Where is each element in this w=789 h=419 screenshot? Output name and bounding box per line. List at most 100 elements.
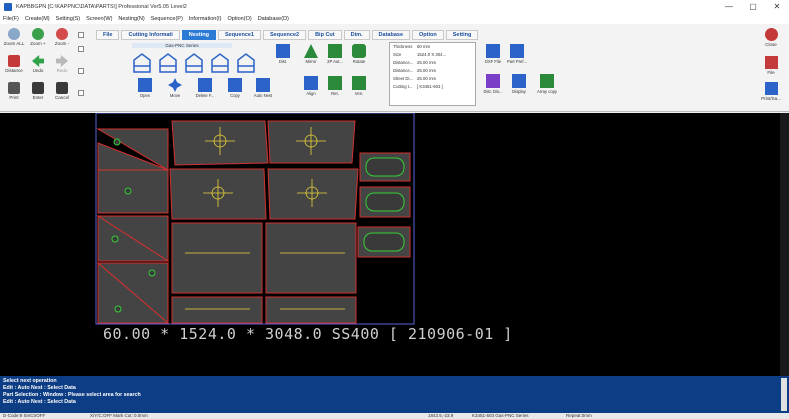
zoom-plus-button[interactable]: Zoom + xyxy=(26,26,50,52)
status-dcode: D-Code:9 SmCtrOFF xyxy=(3,413,46,418)
move-arrows-icon xyxy=(168,78,182,92)
auto-nest-icon xyxy=(256,78,270,92)
mirror-button[interactable]: Mirror xyxy=(300,42,322,72)
two-point-icon xyxy=(328,44,342,58)
mirror-icon xyxy=(304,44,318,58)
display-button[interactable]: Display xyxy=(508,72,530,102)
layer-checkbox-0[interactable] xyxy=(78,32,84,38)
message-line: Edit : Auto Nest : Select Data xyxy=(3,385,76,391)
distance-icon xyxy=(8,55,20,67)
file-icon xyxy=(764,56,778,69)
close-tool-button[interactable]: Close xyxy=(758,26,784,52)
nest-shape-icon-4 xyxy=(211,53,229,73)
tab-sequence2[interactable]: Sequence2 xyxy=(263,30,307,40)
menu-setting[interactable]: Setting(S) xyxy=(56,16,80,22)
dist-display-icon xyxy=(486,74,500,88)
status-machine: K3451-503 Gas-PNC Series xyxy=(472,413,529,418)
undo-button[interactable]: Undo xyxy=(26,53,50,79)
ribbon-tabs: File Cutting Informati Nesting Sequence1… xyxy=(96,30,480,40)
print-save-button[interactable]: Print/Sa... xyxy=(758,80,784,106)
message-line: Select next operation xyxy=(3,378,57,384)
hole-mark xyxy=(113,138,121,146)
plate-part xyxy=(265,222,357,294)
nesting-canvas[interactable]: 60.00 * 1524.0 * 3048.0 SS400 [ 210906-0… xyxy=(0,112,789,376)
tab-setting[interactable]: Setting xyxy=(445,30,479,40)
message-scrollbar[interactable] xyxy=(781,378,787,411)
tab-dim[interactable]: Dim. xyxy=(343,30,370,40)
maximize-button[interactable]: ▢ xyxy=(741,0,765,13)
nest-shape-icon-1 xyxy=(133,53,151,73)
tab-bip-cut[interactable]: Bip Cut xyxy=(308,30,342,40)
title-bar: KAPBBGPN [C:\KAPPNC\DATA\PARTS\] Profess… xyxy=(0,0,789,13)
move-button[interactable]: Move xyxy=(164,76,186,106)
menu-screen[interactable]: Screen(W) xyxy=(86,16,112,22)
delete-button[interactable]: Delete F... xyxy=(194,76,216,106)
layer-checkbox-3[interactable] xyxy=(78,90,84,96)
tab-cutting-information[interactable]: Cutting Informati xyxy=(121,30,180,40)
menu-file[interactable]: File(F) xyxy=(3,16,19,22)
redo-button[interactable]: Redo xyxy=(50,53,74,79)
cancel-button[interactable]: Cancel xyxy=(50,80,74,106)
slot-outline xyxy=(363,232,405,252)
plate-part xyxy=(171,222,263,294)
tab-database[interactable]: Database xyxy=(371,30,411,40)
zoom-in-icon xyxy=(32,28,44,40)
plate-part xyxy=(171,296,263,324)
layer-checkbox-2[interactable] xyxy=(78,68,84,74)
tab-sequence1[interactable]: Sequence1 xyxy=(217,30,262,40)
slot-outline xyxy=(365,157,405,177)
hole-mark xyxy=(124,187,132,195)
two-point-auto-button[interactable]: 2P Aut... xyxy=(324,42,346,72)
app-icon xyxy=(4,2,12,11)
menu-option[interactable]: Option(O) xyxy=(228,16,252,22)
menu-bar: File(F) Create(M) Setting(S) Screen(W) N… xyxy=(0,13,789,24)
open-button[interactable]: Open xyxy=(134,76,156,106)
zoom-minus-button[interactable]: Zoom - xyxy=(50,26,74,52)
message-line: Part Selection : Window : Please select … xyxy=(3,392,141,398)
array-copy-button[interactable]: Array copy xyxy=(536,72,558,102)
distance-align-button[interactable]: Dist. xyxy=(272,42,294,72)
enter-button[interactable]: Enter xyxy=(26,80,50,106)
close-icon xyxy=(764,28,778,41)
tab-nesting[interactable]: Nesting xyxy=(181,30,216,40)
auto-nest-button[interactable]: Auto Nest xyxy=(252,76,274,106)
zoom-all-button[interactable]: Zoom ALL xyxy=(2,26,26,52)
minimize-button[interactable]: — xyxy=(717,0,741,13)
menu-information[interactable]: Information(I) xyxy=(189,16,222,22)
dxf-file-button[interactable]: DXF File xyxy=(482,42,504,72)
menu-nesting[interactable]: Nesting(N) xyxy=(118,16,144,22)
menu-create[interactable]: Create(M) xyxy=(25,16,50,22)
sheet-info-list[interactable]: Thickness 60 mm Size 1524.0 X 304... Dista… xyxy=(389,42,476,106)
menu-database[interactable]: Database(D) xyxy=(258,16,289,22)
flange-part xyxy=(267,168,359,220)
close-window-button[interactable]: ✕ xyxy=(765,0,789,13)
align-icon xyxy=(304,76,318,90)
ret-button[interactable]: Ret. xyxy=(324,74,346,104)
open-icon xyxy=(138,78,152,92)
ven-button[interactable]: Ven. xyxy=(348,74,370,104)
tab-file[interactable]: File xyxy=(96,30,120,40)
menu-sequence[interactable]: Sequence(P) xyxy=(151,16,183,22)
layer-checkbox-1[interactable] xyxy=(78,46,84,52)
part-pref-button[interactable]: Part Pref... xyxy=(506,42,528,72)
status-coords: 1843.5,-23.9 xyxy=(428,413,454,418)
hole-mark xyxy=(111,235,119,243)
align-button[interactable]: Align xyxy=(300,74,322,104)
tab-option[interactable]: Option xyxy=(412,30,444,40)
info-row: Thickness 60 mm xyxy=(393,44,431,49)
triangle-part xyxy=(97,169,169,214)
copy-button[interactable]: Copy xyxy=(224,76,246,106)
redo-icon xyxy=(56,55,68,67)
save-icon xyxy=(764,82,778,95)
ret-icon xyxy=(328,76,342,90)
file-tool-button[interactable]: File xyxy=(758,54,784,80)
rotate-button[interactable]: Rotate xyxy=(348,42,370,72)
dist-display-button[interactable]: Dist. Dis... xyxy=(482,72,504,102)
canvas-scrollbar[interactable] xyxy=(780,113,789,376)
distance-button[interactable]: Distance xyxy=(2,53,26,79)
print-button[interactable]: Print xyxy=(2,80,26,106)
ven-icon xyxy=(352,76,366,90)
flange-part xyxy=(267,120,356,164)
printer-icon xyxy=(8,82,20,94)
display-a-icon xyxy=(512,74,526,88)
